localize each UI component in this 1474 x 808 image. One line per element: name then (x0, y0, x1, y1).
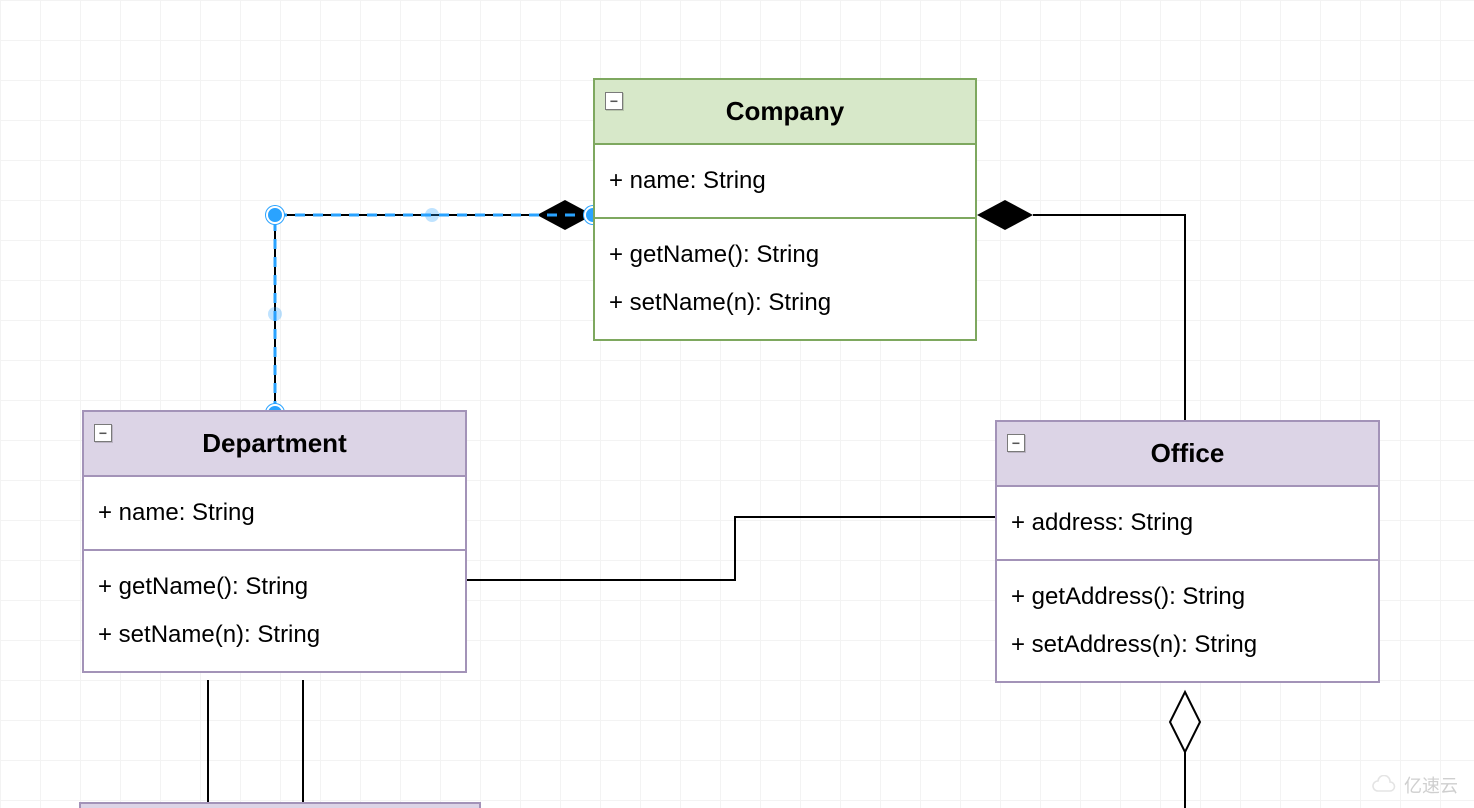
watermark-text: 亿速云 (1404, 772, 1458, 798)
methods-section: + getName(): String + setName(n): String (84, 549, 465, 671)
class-title: − Company (595, 80, 975, 143)
class-department[interactable]: − Department + name: String + getName():… (82, 410, 467, 673)
selection-midpoint[interactable] (425, 208, 439, 222)
attributes-section: + name: String (84, 475, 465, 549)
class-company[interactable]: − Company + name: String + getName(): St… (593, 78, 977, 341)
attribute-row[interactable]: + name: String (98, 489, 451, 537)
minus-icon: − (99, 426, 107, 440)
method-row[interactable]: + setName(n): String (98, 611, 451, 659)
method-row[interactable]: + getName(): String (98, 563, 451, 611)
attributes-section: + address: String (997, 485, 1378, 559)
class-title: − Office (997, 422, 1378, 485)
selection-midpoint[interactable] (268, 307, 282, 321)
cloud-icon (1370, 775, 1398, 795)
class-title: − Department (84, 412, 465, 475)
partial-box-bottom (80, 803, 480, 808)
collapse-button[interactable]: − (1007, 434, 1025, 452)
class-office[interactable]: − Office + address: String + getAddress(… (995, 420, 1380, 683)
attribute-row[interactable]: + name: String (609, 157, 961, 205)
methods-section: + getName(): String + setName(n): String (595, 217, 975, 339)
diagram-canvas[interactable]: − Company + name: String + getName(): St… (0, 0, 1474, 808)
connector-office-aggregation[interactable] (1170, 692, 1200, 808)
selection-endpoint[interactable] (266, 206, 284, 224)
methods-section: + getAddress(): String + setAddress(n): … (997, 559, 1378, 681)
attributes-section: + name: String (595, 143, 975, 217)
method-row[interactable]: + getAddress(): String (1011, 573, 1364, 621)
connector-department-office[interactable] (467, 517, 995, 580)
attribute-row[interactable]: + address: String (1011, 499, 1364, 547)
class-name-label: Company (726, 96, 844, 126)
collapse-button[interactable]: − (605, 92, 623, 110)
connector-company-department[interactable] (275, 200, 593, 410)
class-name-label: Office (1151, 438, 1225, 468)
method-row[interactable]: + setName(n): String (609, 279, 961, 327)
watermark: 亿速云 (1370, 772, 1458, 798)
method-row[interactable]: + setAddress(n): String (1011, 621, 1364, 669)
connector-company-office[interactable] (977, 200, 1185, 420)
class-name-label: Department (202, 428, 346, 458)
method-row[interactable]: + getName(): String (609, 231, 961, 279)
minus-icon: − (610, 94, 618, 108)
collapse-button[interactable]: − (94, 424, 112, 442)
minus-icon: − (1012, 436, 1020, 450)
